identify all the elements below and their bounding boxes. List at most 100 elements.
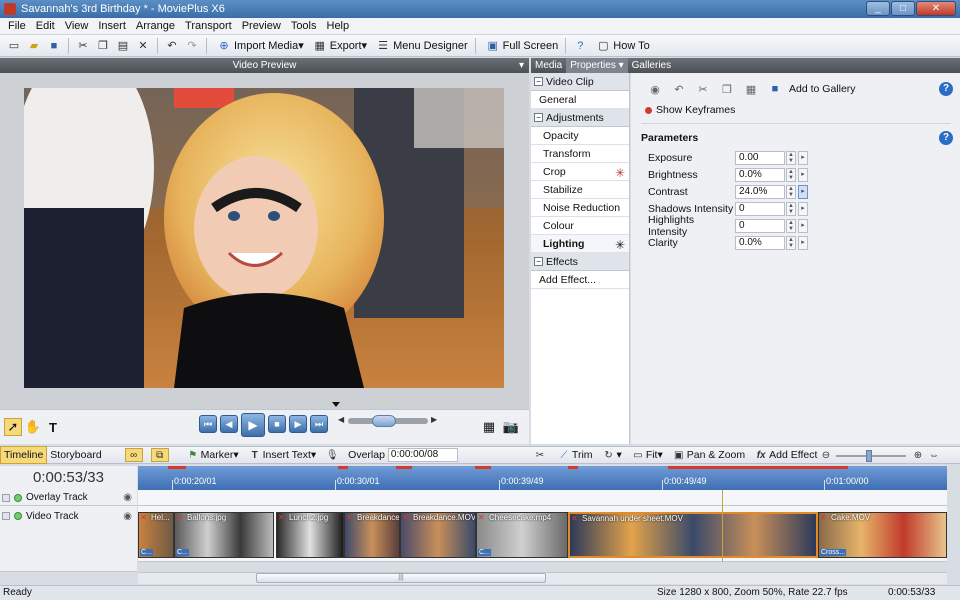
category-noise-reduction[interactable]: Noise Reduction: [531, 199, 629, 217]
undo-icon[interactable]: ↶: [164, 38, 180, 54]
help-icon[interactable]: ?: [939, 82, 953, 96]
track-active-icon[interactable]: [14, 493, 22, 502]
delete-icon[interactable]: ✕: [135, 38, 151, 54]
step-forward-button[interactable]: ▶: [289, 415, 307, 433]
tab-timeline[interactable]: Timeline: [0, 446, 48, 464]
timeline-clip[interactable]: ✕ Breakdance: [344, 512, 400, 558]
spin-buttons[interactable]: ▲ ▼: [786, 201, 796, 216]
new-file-icon[interactable]: ▭: [6, 38, 22, 54]
minimize-button[interactable]: _: [866, 1, 890, 16]
category-general[interactable]: General: [531, 91, 629, 109]
add-to-gallery-button[interactable]: Add to Gallery: [789, 83, 856, 95]
category-crop[interactable]: Crop ✳: [531, 163, 629, 181]
shadows-intensity-input[interactable]: 0: [735, 201, 785, 216]
copy-icon[interactable]: ❐: [95, 38, 111, 54]
spin-buttons[interactable]: ▲ ▼: [786, 218, 796, 233]
menu-designer-button[interactable]: ☰ Menu Designer: [373, 38, 468, 54]
timeline-clip[interactable]: ✕ Cake.MOV Cross...: [818, 512, 947, 558]
spin-buttons[interactable]: ▲ ▼: [786, 184, 796, 199]
link-toggle-button[interactable]: ∞: [124, 448, 143, 462]
cut-icon[interactable]: ✂: [75, 38, 91, 54]
tab-galleries[interactable]: Galleries: [628, 58, 675, 73]
category-lighting[interactable]: Lighting ✳: [531, 235, 629, 253]
redo-icon[interactable]: ↷: [184, 38, 200, 54]
eye-icon[interactable]: ◉: [123, 511, 132, 522]
grid-icon[interactable]: ▦: [743, 81, 759, 97]
timeline-clip[interactable]: ✕ Cheesecake.mp4 C...: [476, 512, 568, 558]
zoom-fit-button[interactable]: ⇔: [926, 449, 942, 461]
category-colour[interactable]: Colour: [531, 217, 629, 235]
import-media-button[interactable]: ⊕ Import Media ▾: [214, 38, 303, 54]
video-track-header[interactable]: Video Track ◉: [0, 506, 137, 526]
track-active-icon[interactable]: [14, 512, 22, 520]
scrub-left-icon[interactable]: ◀: [338, 415, 344, 424]
show-keyframes-button[interactable]: Show Keyframes: [645, 104, 735, 116]
trim-button[interactable]: ⟋ Trim: [556, 449, 592, 461]
hand-tool-icon[interactable]: ✋: [24, 418, 42, 436]
menu-arrange[interactable]: Arrange: [136, 20, 175, 32]
timeline-ruler[interactable]: 0:00:20/01 0:00:30/01 0:00:39/49 0:00:49…: [138, 466, 947, 490]
cut-icon[interactable]: ✂: [695, 81, 711, 97]
zoom-in-button[interactable]: ⊕: [910, 449, 926, 461]
slider-popup-button[interactable]: ▸: [798, 201, 808, 216]
scrub-handle[interactable]: [372, 415, 396, 427]
help-icon[interactable]: ?: [572, 38, 588, 54]
spin-buttons[interactable]: ▲ ▼: [786, 167, 796, 182]
tab-media[interactable]: Media: [531, 58, 566, 73]
slider-popup-button[interactable]: ▸: [798, 167, 808, 182]
spin-buttons[interactable]: ▲ ▼: [786, 235, 796, 250]
text-tool-icon[interactable]: T: [44, 418, 62, 436]
eye-icon[interactable]: ◉: [647, 81, 663, 97]
menu-preview[interactable]: Preview: [242, 20, 281, 32]
paste-icon[interactable]: ▤: [115, 38, 131, 54]
highlights-intensity-input[interactable]: 0: [735, 218, 785, 233]
tab-storyboard[interactable]: Storyboard: [47, 447, 104, 463]
full-screen-button[interactable]: ▣ Full Screen: [483, 38, 558, 54]
maximize-button[interactable]: □: [891, 1, 915, 16]
rotate-button[interactable]: ↻ ▾: [601, 449, 621, 461]
transition-badge[interactable]: Cross...: [820, 549, 847, 556]
slider-popup-button[interactable]: ▸: [798, 218, 808, 233]
add-effect-item[interactable]: Add Effect...: [531, 271, 629, 289]
go-to-end-button[interactable]: ⏭: [310, 415, 328, 433]
record-audio-button[interactable]: 🎙: [324, 449, 340, 461]
export-button[interactable]: ▦ Export ▾: [310, 38, 368, 54]
timeline-clip[interactable]: ✕ Lunch2.jpg: [276, 512, 344, 558]
transition-badge[interactable]: C...: [140, 549, 153, 556]
brightness-input[interactable]: 0.0%: [735, 167, 785, 182]
clarity-input[interactable]: 0.0%: [735, 235, 785, 250]
menu-file[interactable]: File: [8, 20, 26, 32]
menu-transport[interactable]: Transport: [185, 20, 232, 32]
undo-icon[interactable]: ↶: [671, 81, 687, 97]
add-effect-button[interactable]: fx Add Effect: [753, 449, 818, 461]
slider-popup-button[interactable]: ▸: [798, 150, 808, 165]
overlay-track-lane[interactable]: [138, 490, 947, 506]
category-transform[interactable]: Transform: [531, 145, 629, 163]
track-enable-icon[interactable]: [2, 493, 10, 502]
pointer-tool-icon[interactable]: ➚: [4, 418, 22, 436]
effects-header[interactable]: − Effects: [531, 253, 629, 271]
menu-tools[interactable]: Tools: [291, 20, 317, 32]
exposure-input[interactable]: 0.00: [735, 150, 785, 165]
timeline-clip[interactable]: ✕ Hel... C...: [138, 512, 174, 558]
timeline-scroll-thumb[interactable]: |||: [256, 573, 546, 583]
split-button[interactable]: ✂: [532, 449, 548, 461]
zoom-out-button[interactable]: ⊖: [818, 449, 834, 461]
chevron-down-icon[interactable]: ▾: [519, 58, 524, 73]
stop-button[interactable]: ■: [268, 415, 286, 433]
zoom-slider-handle[interactable]: [866, 450, 872, 462]
menu-edit[interactable]: Edit: [36, 20, 55, 32]
tab-properties[interactable]: Properties ▾: [566, 58, 628, 73]
play-button[interactable]: ▶: [241, 413, 265, 437]
transition-badge[interactable]: C...: [176, 549, 189, 556]
video-frame[interactable]: [24, 88, 504, 388]
snapshot-camera-icon[interactable]: 📷: [502, 418, 520, 436]
slider-popup-button[interactable]: ▸: [798, 184, 808, 199]
gallery-save-icon[interactable]: ■: [767, 81, 783, 97]
open-folder-icon[interactable]: ▰: [26, 38, 42, 54]
adjustments-header[interactable]: − Adjustments: [531, 109, 629, 127]
track-enable-icon[interactable]: [2, 512, 10, 520]
eye-icon[interactable]: ◉: [123, 492, 132, 503]
scrub-right-icon[interactable]: ▶: [431, 415, 437, 424]
transition-badge[interactable]: C...: [478, 549, 491, 556]
